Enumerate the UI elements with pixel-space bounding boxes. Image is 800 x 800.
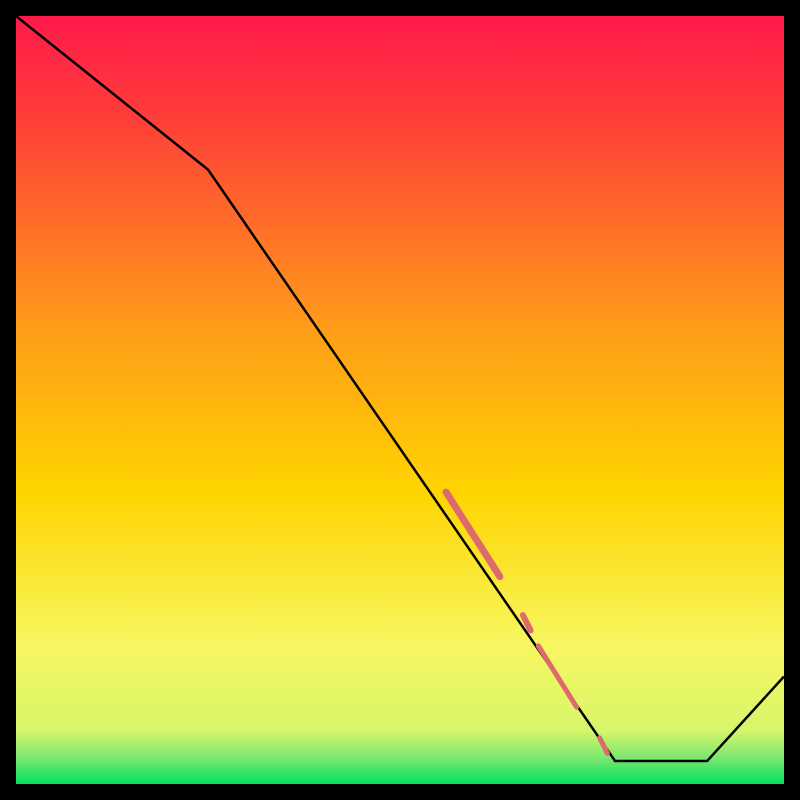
chart-frame: TheBottleneck.com	[16, 16, 784, 784]
gradient-background	[16, 16, 784, 784]
bottleneck-chart	[16, 16, 784, 784]
